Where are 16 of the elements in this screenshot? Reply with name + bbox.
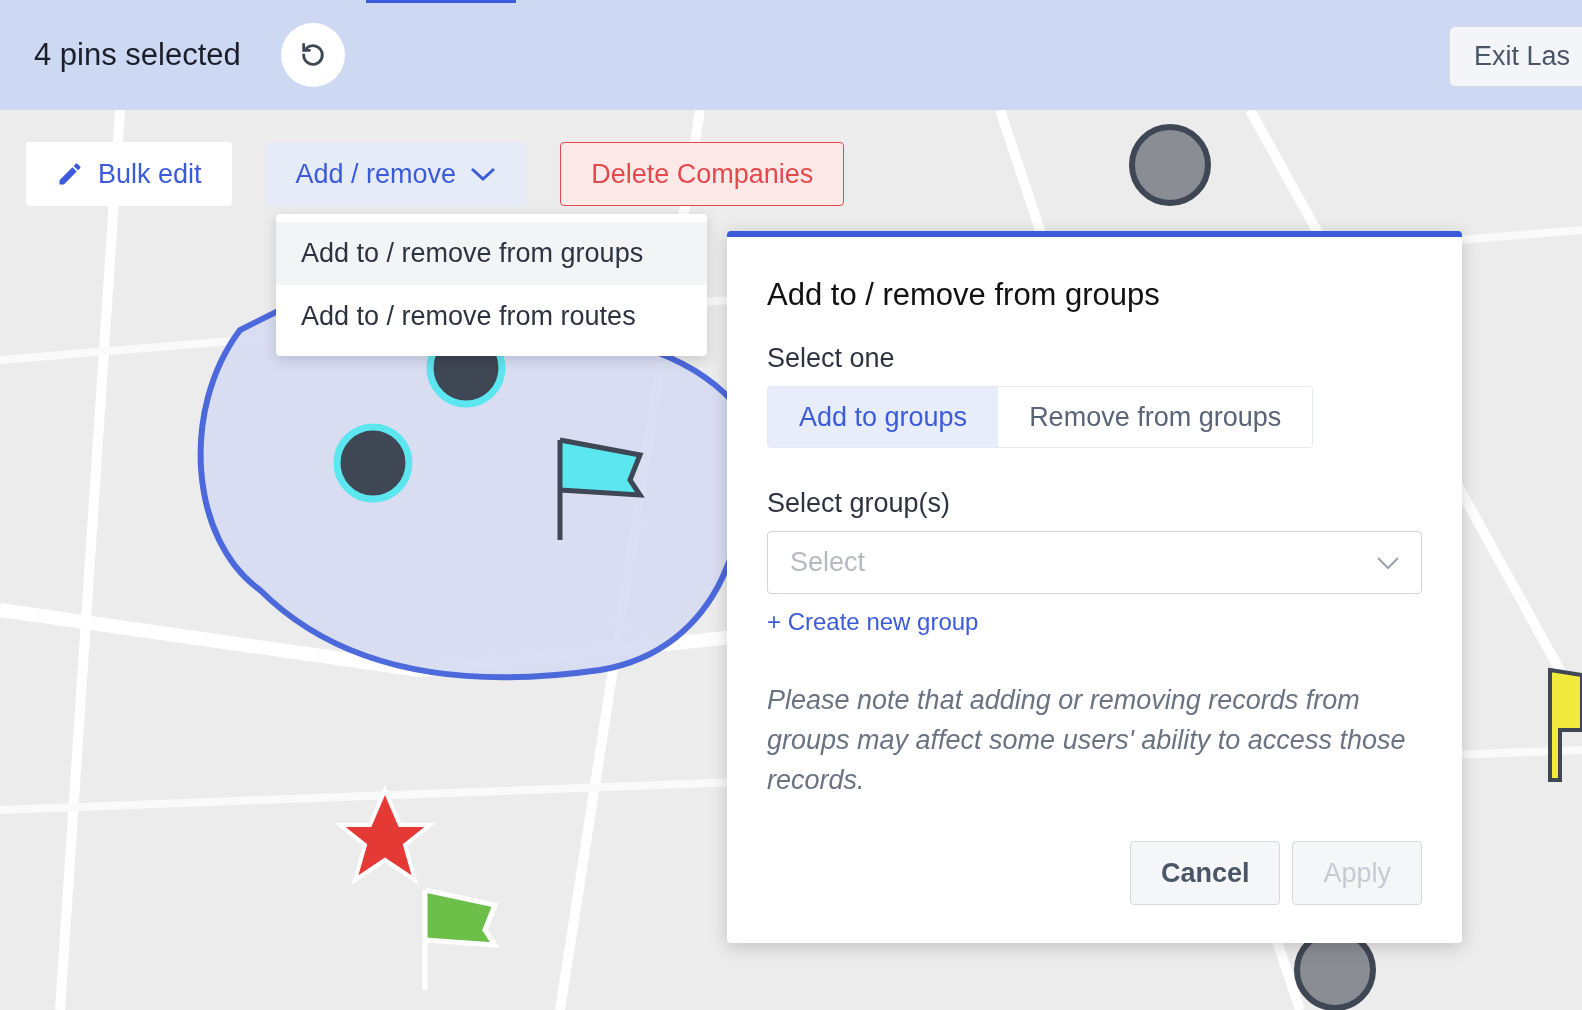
delete-companies-button[interactable]: Delete Companies	[560, 142, 845, 206]
chevron-down-icon	[470, 166, 497, 182]
chevron-down-icon	[1377, 555, 1399, 570]
dialog-title: Add to / remove from groups	[767, 277, 1161, 313]
exit-lasso-button[interactable]: Exit Las	[1449, 26, 1582, 87]
bulk-edit-button[interactable]: Bulk edit	[26, 142, 232, 206]
cancel-button[interactable]: Cancel	[1129, 841, 1281, 905]
field-label: Select group(s)	[767, 488, 952, 519]
menu-item[interactable]: Add to / remove from groups	[276, 222, 707, 285]
create-group-link[interactable]: + Create new group	[767, 608, 979, 636]
selection-count: 4 pins selected	[34, 37, 241, 73]
mode-option[interactable]: Add to groups	[768, 387, 999, 447]
add-remove-dropdown[interactable]: Add / remove	[265, 142, 527, 206]
menu-item[interactable]: Add to / remove from routes	[276, 285, 707, 348]
field-label: Select one	[767, 343, 896, 374]
note-text: Please note that adding or removing records from groups may affect some users' ability to access those records.	[767, 684, 1407, 797]
